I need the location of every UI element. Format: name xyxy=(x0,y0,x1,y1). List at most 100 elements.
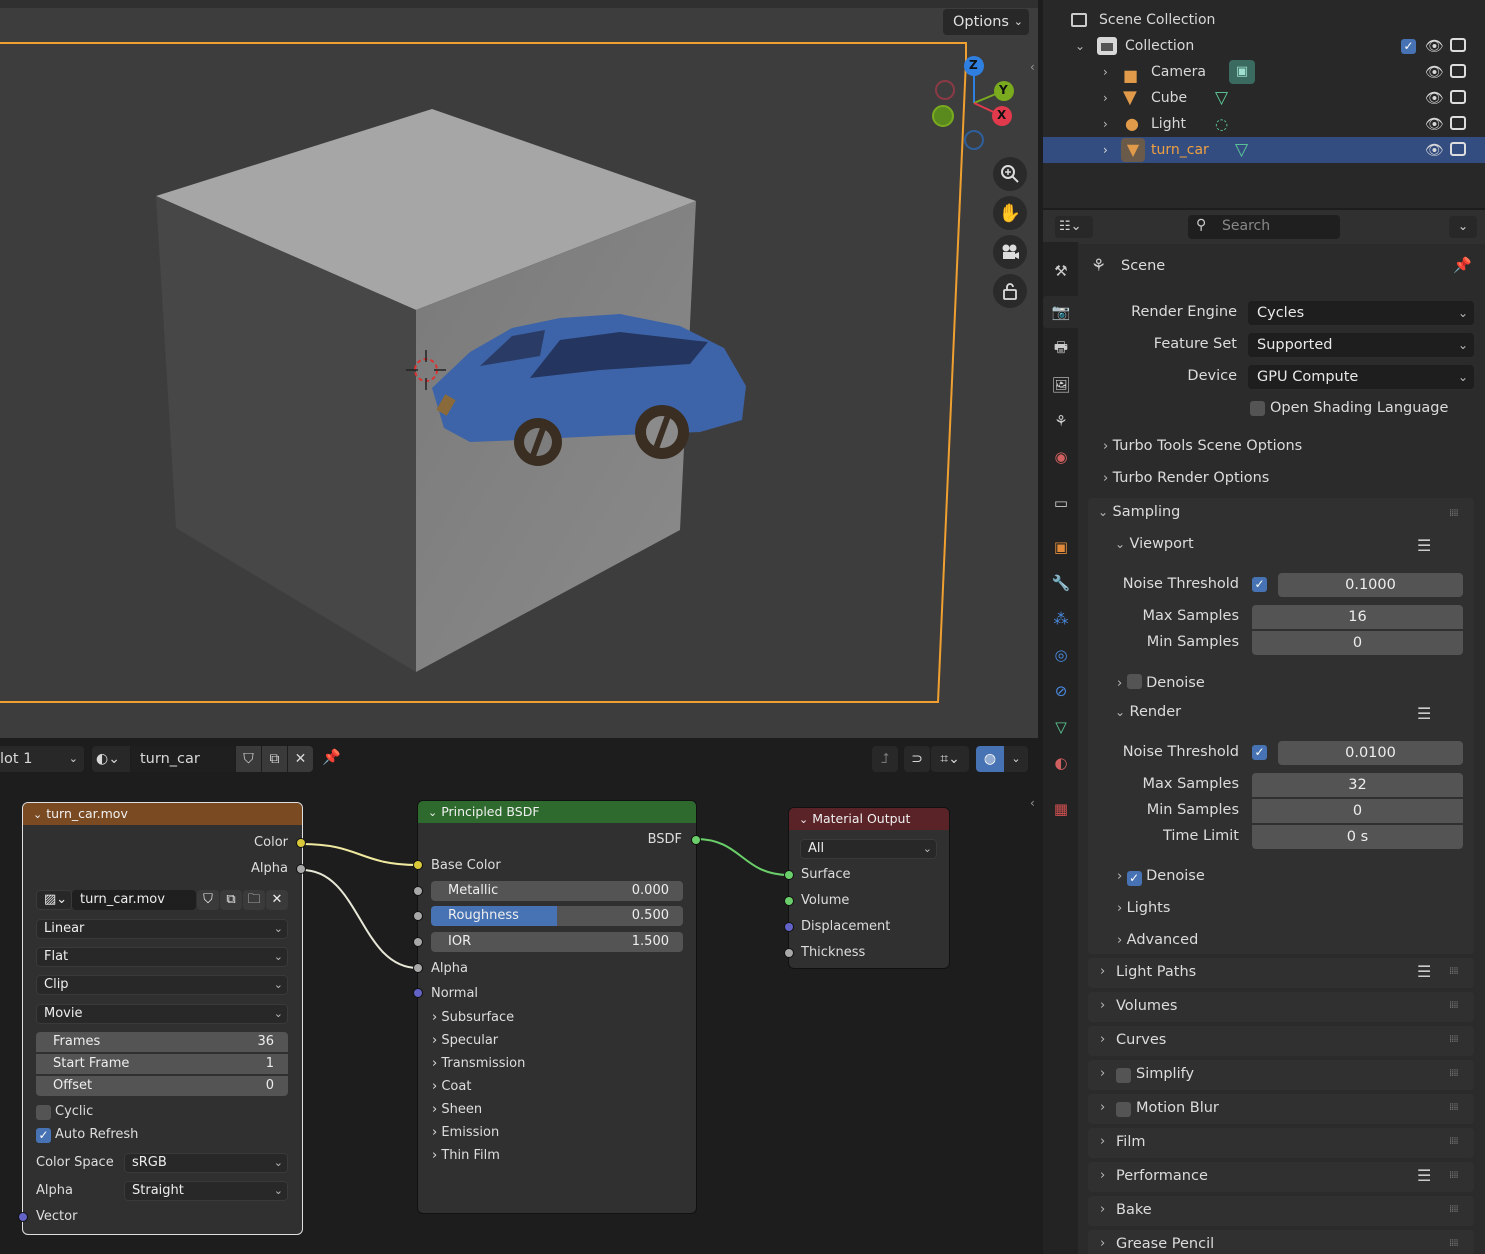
viewport-subpanel-header[interactable]: ⌄ Viewport xyxy=(1115,536,1194,552)
chevron-right-icon[interactable]: › xyxy=(1103,111,1108,137)
render-camera-icon[interactable] xyxy=(1450,142,1466,156)
render-camera-icon[interactable] xyxy=(1450,64,1466,78)
output-target-dropdown[interactable]: All ⌄ xyxy=(800,839,937,859)
presets-list-icon[interactable]: ☰ xyxy=(1417,1166,1431,1185)
eye-icon[interactable]: 👁 xyxy=(1425,59,1444,85)
collection-tab-icon[interactable]: ▭ xyxy=(1049,491,1073,515)
hand-pan-icon[interactable]: ✋ xyxy=(993,196,1027,230)
simplify-panel[interactable]: › Simplify ⁞⁞⁞⁞ xyxy=(1088,1060,1474,1090)
device-dropdown[interactable]: GPU Compute ⌄ xyxy=(1248,365,1474,389)
chevron-right-icon[interactable]: › xyxy=(1103,59,1108,85)
interpolation-dropdown[interactable]: Linear ⌄ xyxy=(36,919,288,939)
input-displacement-socket[interactable] xyxy=(785,923,793,931)
particles-tab-icon[interactable]: ⁂ xyxy=(1049,607,1073,631)
eye-icon[interactable]: 👁 xyxy=(1425,85,1444,111)
render-camera-icon[interactable] xyxy=(1450,90,1466,104)
extension-dropdown[interactable]: Clip ⌄ xyxy=(36,975,288,995)
input-normal-socket[interactable] xyxy=(414,989,422,997)
presets-list-icon[interactable]: ☰ xyxy=(1417,536,1431,555)
curves-panel[interactable]: › Curves ⁞⁞⁞⁞ xyxy=(1088,1026,1474,1056)
input-base-color-socket[interactable] xyxy=(414,861,422,869)
image-name-field[interactable]: turn_car.mov xyxy=(72,890,196,910)
gizmo-x-label[interactable]: X xyxy=(997,108,1006,122)
data-tab-icon[interactable]: ▽ xyxy=(1049,715,1073,739)
offset-field[interactable]: Offset 0 xyxy=(36,1076,288,1096)
output-alpha-socket[interactable] xyxy=(297,865,305,873)
frames-field[interactable]: Frames 36 xyxy=(36,1032,288,1052)
eye-icon[interactable]: 👁 xyxy=(1425,111,1444,137)
chevron-right-icon[interactable]: › xyxy=(1103,137,1108,163)
object-tab-icon[interactable]: ▣ xyxy=(1049,535,1073,559)
image-texture-node[interactable]: ⌄ turn_car.mov Color Alpha ▨⌄ turn_car.m… xyxy=(19,803,305,1234)
render-subpanel-header[interactable]: ⌄ Render xyxy=(1115,704,1181,720)
world-tab-icon[interactable]: ◉ xyxy=(1049,445,1073,469)
performance-panel[interactable]: › Performance ☰ ⁞⁞⁞⁞ xyxy=(1088,1162,1474,1192)
thin-film-section[interactable]: › Thin Film xyxy=(432,1148,500,1163)
image-browse-button[interactable]: ▨⌄ xyxy=(36,890,72,910)
sheen-section[interactable]: › Sheen xyxy=(432,1102,482,1117)
turbo-scene-panel-header[interactable]: › Turbo Tools Scene Options xyxy=(1103,438,1302,454)
input-surface-socket[interactable] xyxy=(785,871,793,879)
render-camera-icon[interactable] xyxy=(1450,116,1466,130)
viewport-denoise-header[interactable]: › Denoise xyxy=(1117,674,1205,691)
viewport-noise-threshold-checkbox[interactable]: ✓ xyxy=(1252,577,1267,592)
motion-blur-panel[interactable]: › Motion Blur ⁞⁞⁞⁞ xyxy=(1088,1094,1474,1124)
render-max-samples-field[interactable]: 32 xyxy=(1252,773,1463,797)
presets-list-icon[interactable]: ☰ xyxy=(1417,962,1431,981)
lights-subpanel-header[interactable]: › Lights xyxy=(1117,900,1170,916)
turbo-render-panel-header[interactable]: › Turbo Render Options xyxy=(1103,470,1269,486)
ior-field[interactable]: IOR 1.500 xyxy=(431,932,683,952)
zoom-icon[interactable] xyxy=(993,157,1027,191)
scene-tab-icon[interactable]: ⚘ xyxy=(1049,409,1073,433)
cyclic-checkbox[interactable] xyxy=(36,1105,51,1120)
gizmo-y-label[interactable]: Y xyxy=(999,83,1008,97)
projection-dropdown[interactable]: Flat ⌄ xyxy=(36,947,288,967)
render-min-samples-field[interactable]: 0 xyxy=(1252,799,1463,823)
viewport-max-samples-field[interactable]: 16 xyxy=(1252,605,1463,629)
render-tab-icon[interactable]: 📷 xyxy=(1049,300,1073,324)
render-noise-threshold-field[interactable]: 0.0100 xyxy=(1278,741,1463,765)
eye-icon[interactable]: 👁 xyxy=(1425,137,1444,163)
auto-refresh-checkbox[interactable]: ✓ xyxy=(36,1128,51,1143)
texture-tab-icon[interactable]: ▦ xyxy=(1049,797,1073,821)
pin-icon[interactable]: 📌 xyxy=(1453,256,1472,274)
render-noise-threshold-checkbox[interactable]: ✓ xyxy=(1252,745,1267,760)
viewport-noise-threshold-field[interactable]: 0.1000 xyxy=(1278,573,1463,597)
start-frame-field[interactable]: Start Frame 1 xyxy=(36,1054,288,1074)
camera-view-icon[interactable] xyxy=(993,235,1027,269)
duplicate-icon[interactable]: ⧉ xyxy=(220,890,242,910)
search-input[interactable]: ⚲ Search xyxy=(1188,215,1340,239)
transmission-section[interactable]: › Transmission xyxy=(432,1056,525,1071)
input-metallic-socket[interactable] xyxy=(414,887,422,895)
grease-pencil-panel[interactable]: › Grease Pencil ⁞⁞⁞⁞ xyxy=(1088,1230,1474,1254)
emission-section[interactable]: › Emission xyxy=(432,1125,499,1140)
shader-node-editor[interactable]: lot 1 ⌄ ◐⌄ turn_car ⛉ ⧉ ✕ 📌 ⮥ ⊃ ⌗⌄ ◍ ⌄ ‹ … xyxy=(0,740,1038,1254)
material-output-node[interactable]: ⌄ Material Output All ⌄ Surface Volume Di… xyxy=(785,808,949,968)
input-volume-socket[interactable] xyxy=(785,897,793,905)
viewport-denoise-checkbox[interactable] xyxy=(1126,674,1142,689)
output-bsdf-socket[interactable] xyxy=(692,836,700,844)
eye-icon[interactable]: 👁 xyxy=(1425,33,1444,59)
output-color-socket[interactable] xyxy=(297,839,305,847)
collection-row[interactable]: ⌄ Collection ✓ 👁 xyxy=(1043,33,1485,59)
properties-editor[interactable]: ☷⌄ ⚲ Search ⌄ ⚒ 📷 🖶 🖼 ⚘ ◉ ▭ ▣ 🔧 ⁂ ◎ ⊘ ▽ … xyxy=(1043,210,1485,1254)
simplify-checkbox[interactable] xyxy=(1116,1068,1131,1083)
roughness-field[interactable]: Roughness 0.500 xyxy=(431,906,683,926)
constraints-tab-icon[interactable]: ⊘ xyxy=(1049,679,1073,703)
tool-tab-icon[interactable]: ⚒ xyxy=(1049,259,1073,283)
chevron-right-icon[interactable]: › xyxy=(1103,85,1108,111)
viewport-min-samples-field[interactable]: 0 xyxy=(1252,631,1463,655)
outliner-item-turn-car[interactable]: › ▼ turn_car ▽ 👁 xyxy=(1043,137,1485,163)
input-roughness-socket[interactable] xyxy=(414,912,422,920)
gizmo-z-label[interactable]: Z xyxy=(969,58,978,72)
film-panel[interactable]: › Film ⁞⁞⁞⁞ xyxy=(1088,1128,1474,1158)
input-alpha-socket[interactable] xyxy=(414,964,422,972)
editor-type-button[interactable]: ☷⌄ xyxy=(1055,216,1093,238)
bake-panel[interactable]: › Bake ⁞⁞⁞⁞ xyxy=(1088,1196,1474,1226)
coat-section[interactable]: › Coat xyxy=(432,1079,471,1094)
node-header[interactable]: ⌄ Material Output xyxy=(789,808,949,830)
physics-tab-icon[interactable]: ◎ xyxy=(1049,643,1073,667)
view-layer-tab-icon[interactable]: 🖼 xyxy=(1049,373,1073,397)
specular-section[interactable]: › Specular xyxy=(432,1033,498,1048)
volumes-panel[interactable]: › Volumes ⁞⁞⁞⁞ xyxy=(1088,992,1474,1022)
